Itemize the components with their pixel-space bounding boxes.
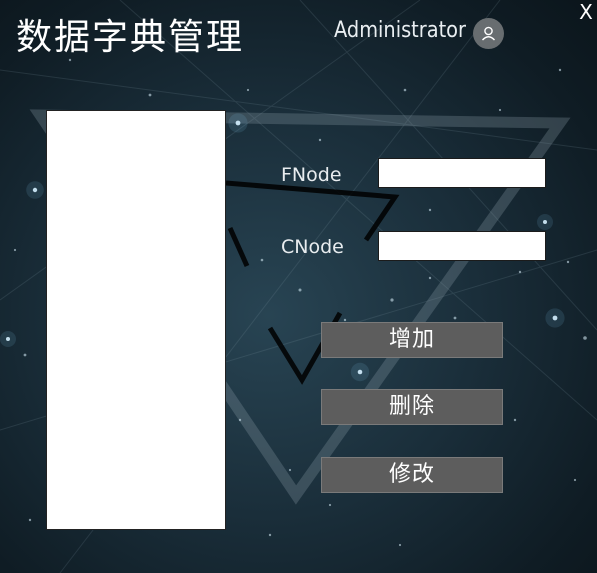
user-icon (481, 26, 496, 41)
user-name: Administrator (334, 18, 466, 43)
star (268, 533, 272, 537)
star (260, 258, 264, 262)
star (13, 248, 17, 252)
star-glow (228, 113, 248, 133)
star (403, 88, 407, 92)
star (328, 503, 332, 507)
star (453, 316, 457, 320)
star (343, 318, 347, 322)
star-glow (537, 214, 553, 230)
star-glow (545, 308, 565, 328)
star (398, 543, 402, 547)
add-button[interactable]: 增加 (321, 322, 503, 358)
cnode-label: CNode (281, 236, 344, 258)
delete-button[interactable]: 删除 (321, 389, 503, 425)
star-glow (350, 362, 370, 382)
star (298, 288, 302, 292)
star-glow (0, 331, 16, 347)
window-title: 数据字典管理 (16, 17, 245, 58)
fnode-label: FNode (281, 164, 342, 186)
star-glow (26, 181, 44, 199)
star (23, 353, 27, 357)
dictionary-tree-list[interactable] (46, 110, 226, 530)
star (390, 298, 394, 302)
star (573, 478, 577, 482)
fnode-input[interactable] (378, 158, 546, 188)
star (566, 260, 570, 264)
star (148, 93, 152, 97)
star (498, 108, 502, 112)
star (28, 518, 32, 522)
star (428, 276, 432, 280)
star (583, 336, 587, 340)
star (246, 88, 250, 92)
star (428, 208, 432, 212)
edit-button[interactable]: 修改 (321, 457, 503, 493)
cnode-input[interactable] (378, 231, 546, 261)
star (238, 418, 242, 422)
star (518, 270, 522, 274)
user-avatar[interactable] (473, 18, 504, 49)
star (513, 418, 517, 422)
star (318, 138, 322, 142)
star (288, 468, 292, 472)
star (558, 68, 562, 72)
close-button[interactable]: X (576, 0, 596, 24)
